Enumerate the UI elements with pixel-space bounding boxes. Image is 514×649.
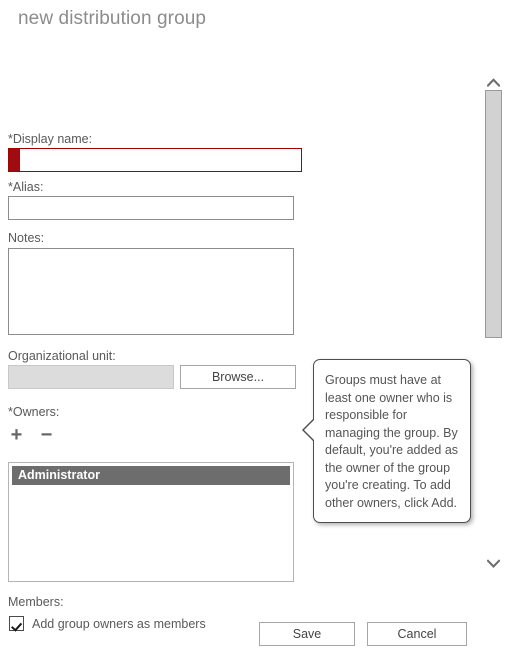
owners-help-callout: Groups must have at least one owner who … [302,359,471,523]
notes-label: Notes: [8,231,45,245]
alias-label: *Alias: [8,180,44,194]
list-item[interactable]: Administrator [12,466,290,485]
save-button[interactable]: Save [259,622,355,646]
owners-label: *Owners: [8,405,60,419]
scrollbar-thumb[interactable] [485,90,502,338]
alias-input[interactable] [8,196,294,220]
plus-icon[interactable]: + [8,425,25,445]
minus-icon[interactable]: − [38,425,55,445]
required-indicator [9,149,20,171]
browse-button[interactable]: Browse... [180,365,296,389]
page-title: new distribution group [18,8,207,29]
callout-text: Groups must have at least one owner who … [325,373,459,510]
callout-arrow-fill [304,418,316,442]
owners-toolbar: + − [8,424,55,446]
chevron-up-icon[interactable] [480,74,506,90]
chevron-down-icon[interactable] [480,555,506,571]
display-name-input[interactable] [20,149,301,171]
organizational-unit-input [8,365,174,389]
display-name-field-wrapper[interactable] [8,148,302,172]
cancel-button[interactable]: Cancel [367,622,467,646]
notes-textarea[interactable] [8,248,294,335]
form-scrollbar[interactable] [480,70,506,575]
organizational-unit-label: Organizational unit: [8,349,116,363]
owners-list[interactable]: Administrator [8,462,294,582]
display-name-label: *Display name: [8,132,93,146]
dialog-footer: Save Cancel [0,587,514,649]
